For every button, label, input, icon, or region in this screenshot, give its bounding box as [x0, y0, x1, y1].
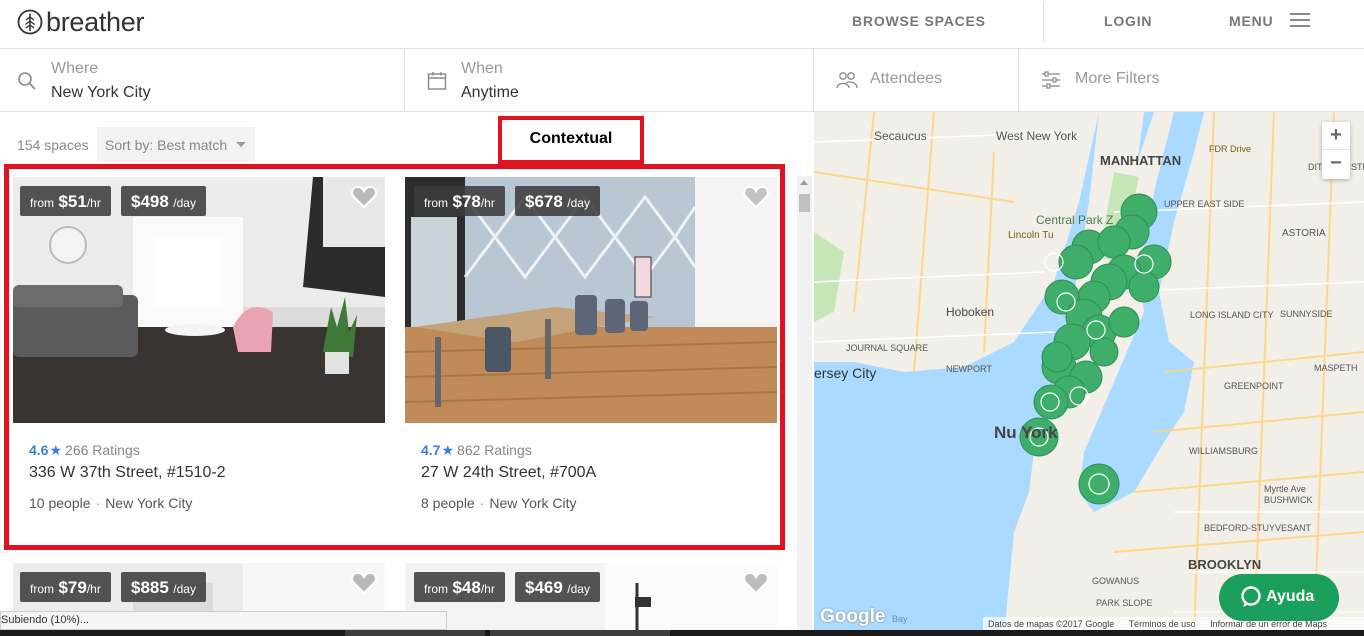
tree-logo-icon [17, 9, 43, 35]
map-label-newport: NEWPORT [946, 364, 992, 374]
sort-label: Sort by: [105, 137, 154, 153]
os-taskbar [0, 630, 1364, 636]
map-label-hoboken: Hoboken [946, 305, 994, 319]
people-icon [836, 72, 858, 89]
map-label-maspeth: MASPETH [1314, 363, 1358, 373]
where-value[interactable]: New York City [51, 84, 151, 102]
listing-meta: 10 people · New York City [29, 495, 193, 511]
heart-icon[interactable] [351, 185, 377, 209]
browse-spaces-link[interactable]: BROWSE SPACES [852, 13, 986, 29]
hourly-price-tag: from $51/hr [20, 186, 111, 216]
zoom-in-button[interactable]: + [1322, 122, 1350, 150]
daily-price-tag: $885 /day [121, 572, 206, 602]
star-icon: ★ [441, 442, 455, 458]
map-label-brooklyn: BROOKLYN [1188, 557, 1261, 572]
listing-rating: 4.7★ 862 Ratings [421, 442, 532, 458]
upload-status-bar: Subiendo (10%)... [0, 611, 447, 630]
listing-photo[interactable]: from $48/hr $469 /day [405, 563, 777, 636]
map-label-sunnyside: SUNNYSIDE [1280, 309, 1333, 319]
map-label-astoria: ASTORIA [1282, 228, 1326, 239]
listing-card[interactable]: from $48/hr $469 /day [405, 563, 777, 636]
where-field[interactable]: Where New York City [0, 49, 405, 112]
map-label-manhattan: MANHATTAN [1100, 153, 1181, 168]
star-icon: ★ [49, 442, 63, 458]
when-label: When [461, 60, 503, 77]
heart-icon[interactable] [743, 185, 769, 209]
where-label: Where [51, 60, 99, 77]
hourly-price-tag: from $78/hr [414, 186, 505, 216]
listing-address[interactable]: 27 W 24th Street, #700A [421, 464, 596, 482]
help-chat-button[interactable]: Ayuda [1219, 574, 1339, 621]
map-label-bedford-stuyvesant: BEDFORD-STUYVESANT [1204, 523, 1312, 533]
listing-meta: 8 people · New York City [421, 495, 577, 511]
nav-divider [1043, 2, 1044, 42]
brand-name: breather [46, 6, 145, 37]
daily-price-tag: $678 /day [515, 186, 600, 216]
scrollbar-thumb[interactable] [799, 194, 810, 212]
hamburger-icon[interactable] [1290, 13, 1310, 27]
annotation-label: Contextual [498, 116, 644, 164]
calendar-icon [427, 72, 447, 90]
sliders-icon [1042, 71, 1060, 89]
map-label-gowanus: GOWANUS [1092, 576, 1139, 586]
listing-card[interactable]: from $78/hr $678 /day 4.7★ 862 Ratings 27… [405, 177, 777, 537]
chat-bubble-icon [1241, 586, 1261, 607]
hourly-price-tag: from $79/hr [20, 572, 111, 602]
listing-photo[interactable]: from $51/hr $498 /day [13, 177, 385, 423]
map-label-central-park: Central Park Z [1036, 213, 1113, 227]
map-label-new-york: Nu York [994, 423, 1058, 442]
map-zoom-control: + − [1322, 122, 1350, 179]
results-count: 154 spaces [17, 137, 89, 153]
sort-value: Best match [157, 137, 228, 153]
map-label-lincoln-tunnel: Lincoln Tu [1008, 230, 1054, 241]
attendees-field[interactable]: Attendees [814, 49, 1019, 112]
when-field[interactable]: When Anytime [405, 49, 814, 112]
map-label-bay: Bay [892, 614, 908, 624]
listing-address[interactable]: 336 W 37th Street, #1510-2 [29, 464, 226, 482]
heart-icon[interactable] [351, 571, 377, 595]
map-label-west-new-york: West New York [996, 129, 1078, 143]
search-icon [18, 72, 36, 90]
listing-card[interactable]: from $51/hr $498 /day 4.6★ 266 Ratings 33… [13, 177, 385, 537]
daily-price-tag: $469 /day [515, 572, 600, 602]
results-scrollbar[interactable] [797, 176, 812, 636]
google-logo: Google [820, 606, 886, 627]
scroll-up-arrow-icon[interactable] [800, 180, 808, 185]
search-bar: Where New York City When Anytime Attende… [0, 49, 1364, 112]
heart-icon[interactable] [743, 571, 769, 595]
attendees-label: Attendees [870, 70, 943, 87]
map-label-journal-square: JOURNAL SQUARE [846, 343, 928, 353]
map-label-upper-east-side: UPPER EAST SIDE [1164, 199, 1244, 209]
chevron-down-icon [236, 142, 246, 147]
map-label-park-slope: PARK SLOPE [1096, 598, 1152, 608]
top-navigation: breather BROWSE SPACES LOGIN MENU [0, 0, 1364, 49]
map-label-williamsburg: WILLIAMSBURG [1189, 446, 1258, 456]
brand-logo[interactable]: breather [17, 6, 144, 38]
sort-dropdown[interactable]: Sort by: Best match [97, 127, 255, 162]
map-label-greenpoint: GREENPOINT [1224, 381, 1284, 391]
menu-link[interactable]: MENU [1229, 13, 1273, 29]
map-label-myrtle-ave: Myrtle Ave [1264, 484, 1306, 494]
zoom-out-button[interactable]: − [1322, 150, 1350, 178]
hourly-price-tag: from $48/hr [414, 572, 505, 602]
listing-photo[interactable]: from $78/hr $678 /day [405, 177, 777, 423]
results-map[interactable]: Secaucus West New York MANHATTAN UPPER E… [814, 112, 1364, 636]
daily-price-tag: $498 /day [121, 186, 206, 216]
more-filters-button[interactable]: More Filters [1019, 49, 1364, 112]
login-link[interactable]: LOGIN [1104, 13, 1152, 29]
more-filters-label: More Filters [1075, 70, 1160, 87]
help-label: Ayuda [1266, 588, 1315, 605]
when-value[interactable]: Anytime [461, 84, 519, 102]
map-canvas[interactable]: Secaucus West New York MANHATTAN UPPER E… [814, 112, 1364, 636]
map-label-secaucus: Secaucus [874, 129, 927, 143]
map-label-jersey-city: ersey City [814, 365, 876, 381]
map-label-bushwick: BUSHWICK [1264, 495, 1313, 505]
map-label-long-island-city: LONG ISLAND CITY [1190, 310, 1274, 320]
map-label-fdr-drive: FDR Drive [1209, 144, 1251, 154]
listing-rating: 4.6★ 266 Ratings [29, 442, 140, 458]
